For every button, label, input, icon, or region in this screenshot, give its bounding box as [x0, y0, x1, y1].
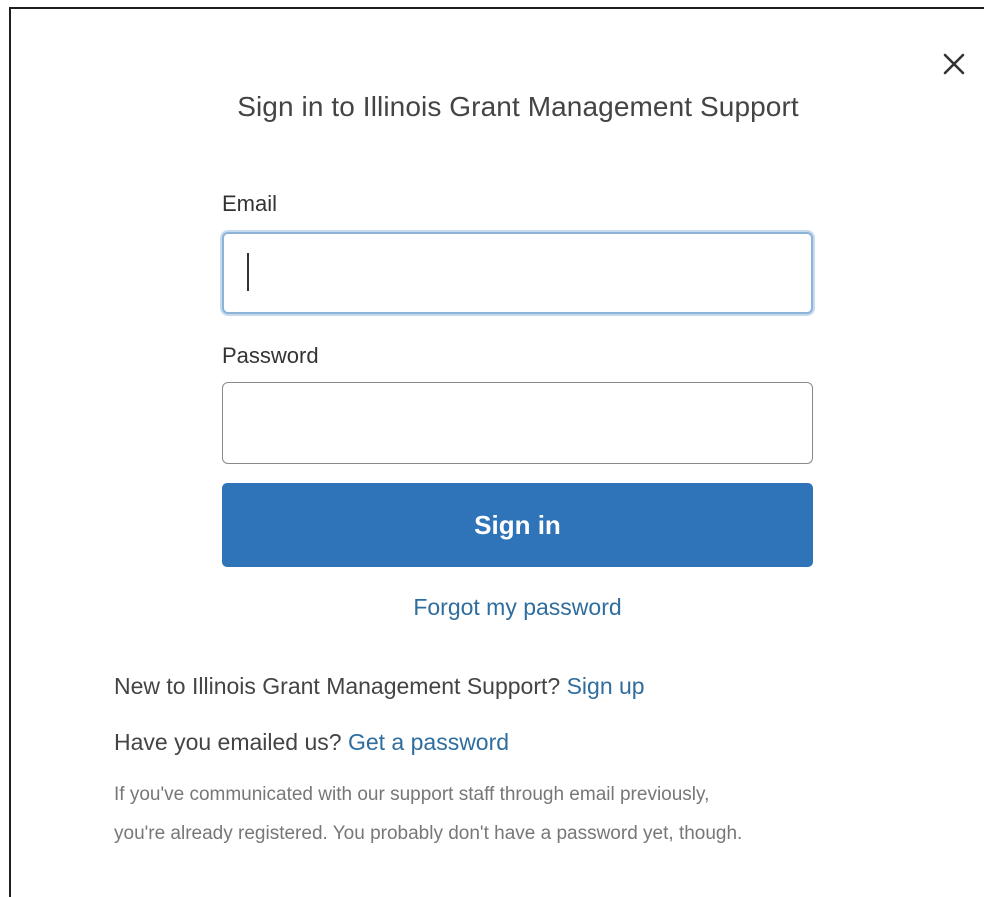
help-text-line-1: If you've communicated with our support … — [114, 784, 710, 805]
get-password-link[interactable]: Get a password — [348, 729, 509, 755]
password-field[interactable] — [222, 382, 813, 464]
get-password-prompt: Have you emailed us? Get a password — [114, 729, 509, 756]
sign-up-link[interactable]: Sign up — [567, 673, 645, 699]
forgot-password-link[interactable]: Forgot my password — [222, 594, 813, 621]
dialog-title: Sign in to Illinois Grant Management Sup… — [237, 91, 799, 122]
password-label: Password — [222, 343, 319, 368]
email-label: Email — [222, 191, 278, 216]
sign-in-button[interactable]: Sign in — [222, 483, 813, 567]
help-text-line-2: you're already registered. You probably … — [114, 823, 743, 844]
close-button[interactable] — [929, 39, 979, 89]
text-cursor — [247, 253, 249, 291]
sign-up-prompt: New to Illinois Grant Management Support… — [114, 673, 645, 700]
sign-in-dialog: Sign in to Illinois Grant Management Sup… — [9, 7, 984, 897]
email-field[interactable] — [222, 232, 813, 314]
get-password-prompt-text: Have you emailed us? — [114, 729, 342, 755]
close-icon — [943, 53, 965, 75]
help-text: If you've communicated with our support … — [114, 775, 914, 853]
sign-up-prompt-text: New to Illinois Grant Management Support… — [114, 673, 561, 699]
